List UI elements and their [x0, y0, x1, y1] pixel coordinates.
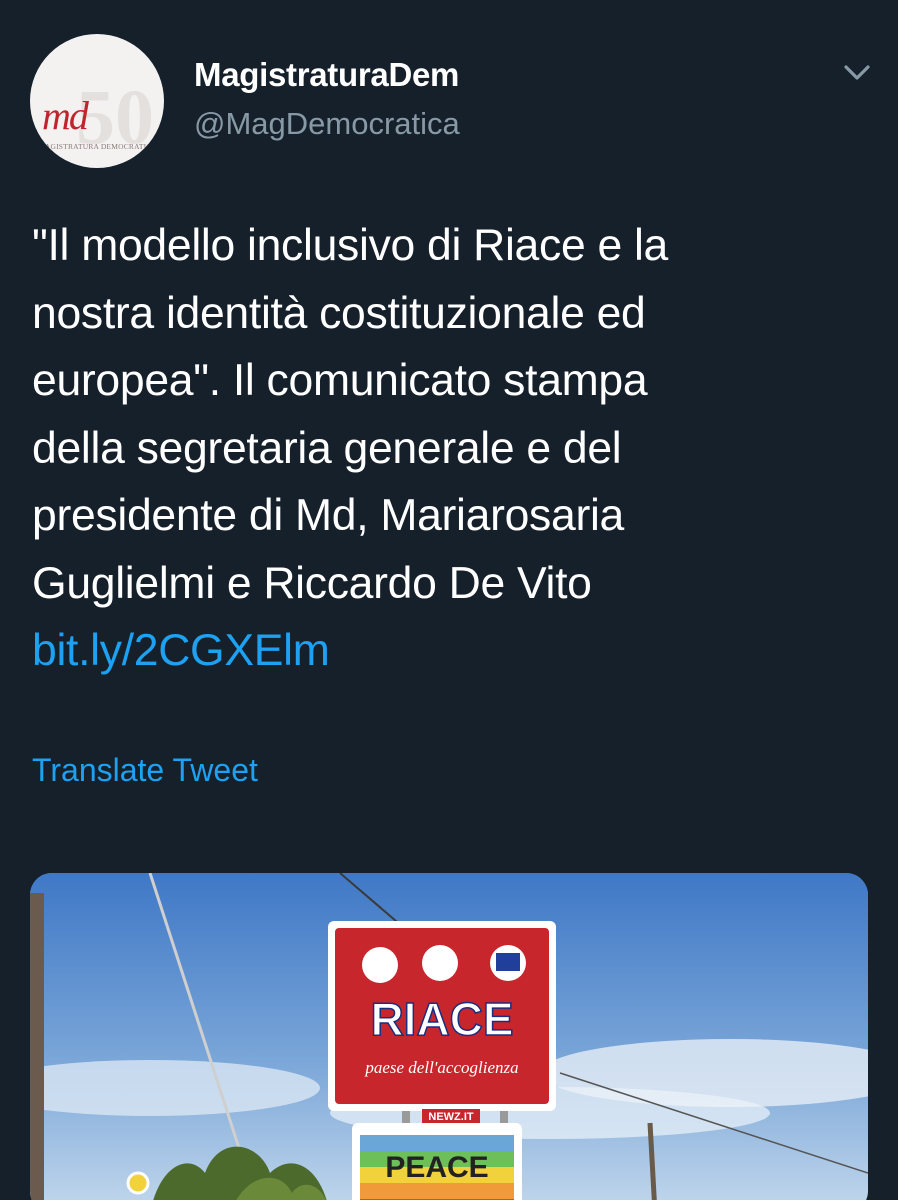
tweet-text: "Il modello inclusivo di Riace e la nost… — [32, 212, 872, 685]
chevron-down-icon[interactable] — [838, 58, 876, 86]
avatar[interactable]: 50 md MAGISTRATURA DEMOCRATICA — [30, 34, 164, 168]
tweet-media-image[interactable]: RIACE paese dell'accoglienza NEWZ.IT PEA… — [30, 873, 868, 1200]
tweet-line: della segretaria generale e del — [32, 423, 622, 473]
tweet-line: "Il modello inclusivo di Riace e la — [32, 221, 669, 270]
display-name[interactable]: MagistraturaDem — [194, 56, 459, 94]
logo-text: md — [42, 93, 89, 138]
tweet-line: presidente di Md, Mariarosaria — [32, 491, 625, 540]
tweet-line: Guglielmi e Riccardo De Vito — [32, 558, 592, 608]
tweet-link[interactable]: bit.ly/2CGXElm — [32, 617, 872, 685]
riace-sign-photo: RIACE paese dell'accoglienza NEWZ.IT PEA… — [30, 873, 868, 1200]
peace-label: PEACE — [385, 1151, 488, 1184]
tweet-line: nostra identità costituzionale ed — [32, 288, 646, 338]
tweet-line: europea". Il comunicato stampa — [32, 356, 648, 405]
sign-subtitle: paese dell'accoglienza — [364, 1058, 518, 1077]
sign-title: RIACE — [370, 993, 513, 1045]
watermark: NEWZ.IT — [428, 1111, 473, 1123]
translate-tweet-link[interactable]: Translate Tweet — [32, 752, 258, 789]
handle[interactable]: @MagDemocratica — [194, 106, 460, 142]
logo-subtext: MAGISTRATURA DEMOCRATICA — [38, 142, 158, 151]
